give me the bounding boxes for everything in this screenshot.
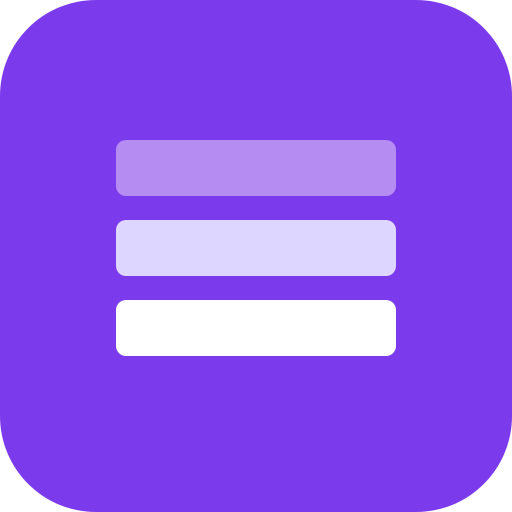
stacked-layers-icon xyxy=(0,0,512,512)
layer-bar-middle xyxy=(116,220,396,276)
layer-bar-top xyxy=(116,140,396,196)
layer-bar-bottom xyxy=(116,300,396,356)
